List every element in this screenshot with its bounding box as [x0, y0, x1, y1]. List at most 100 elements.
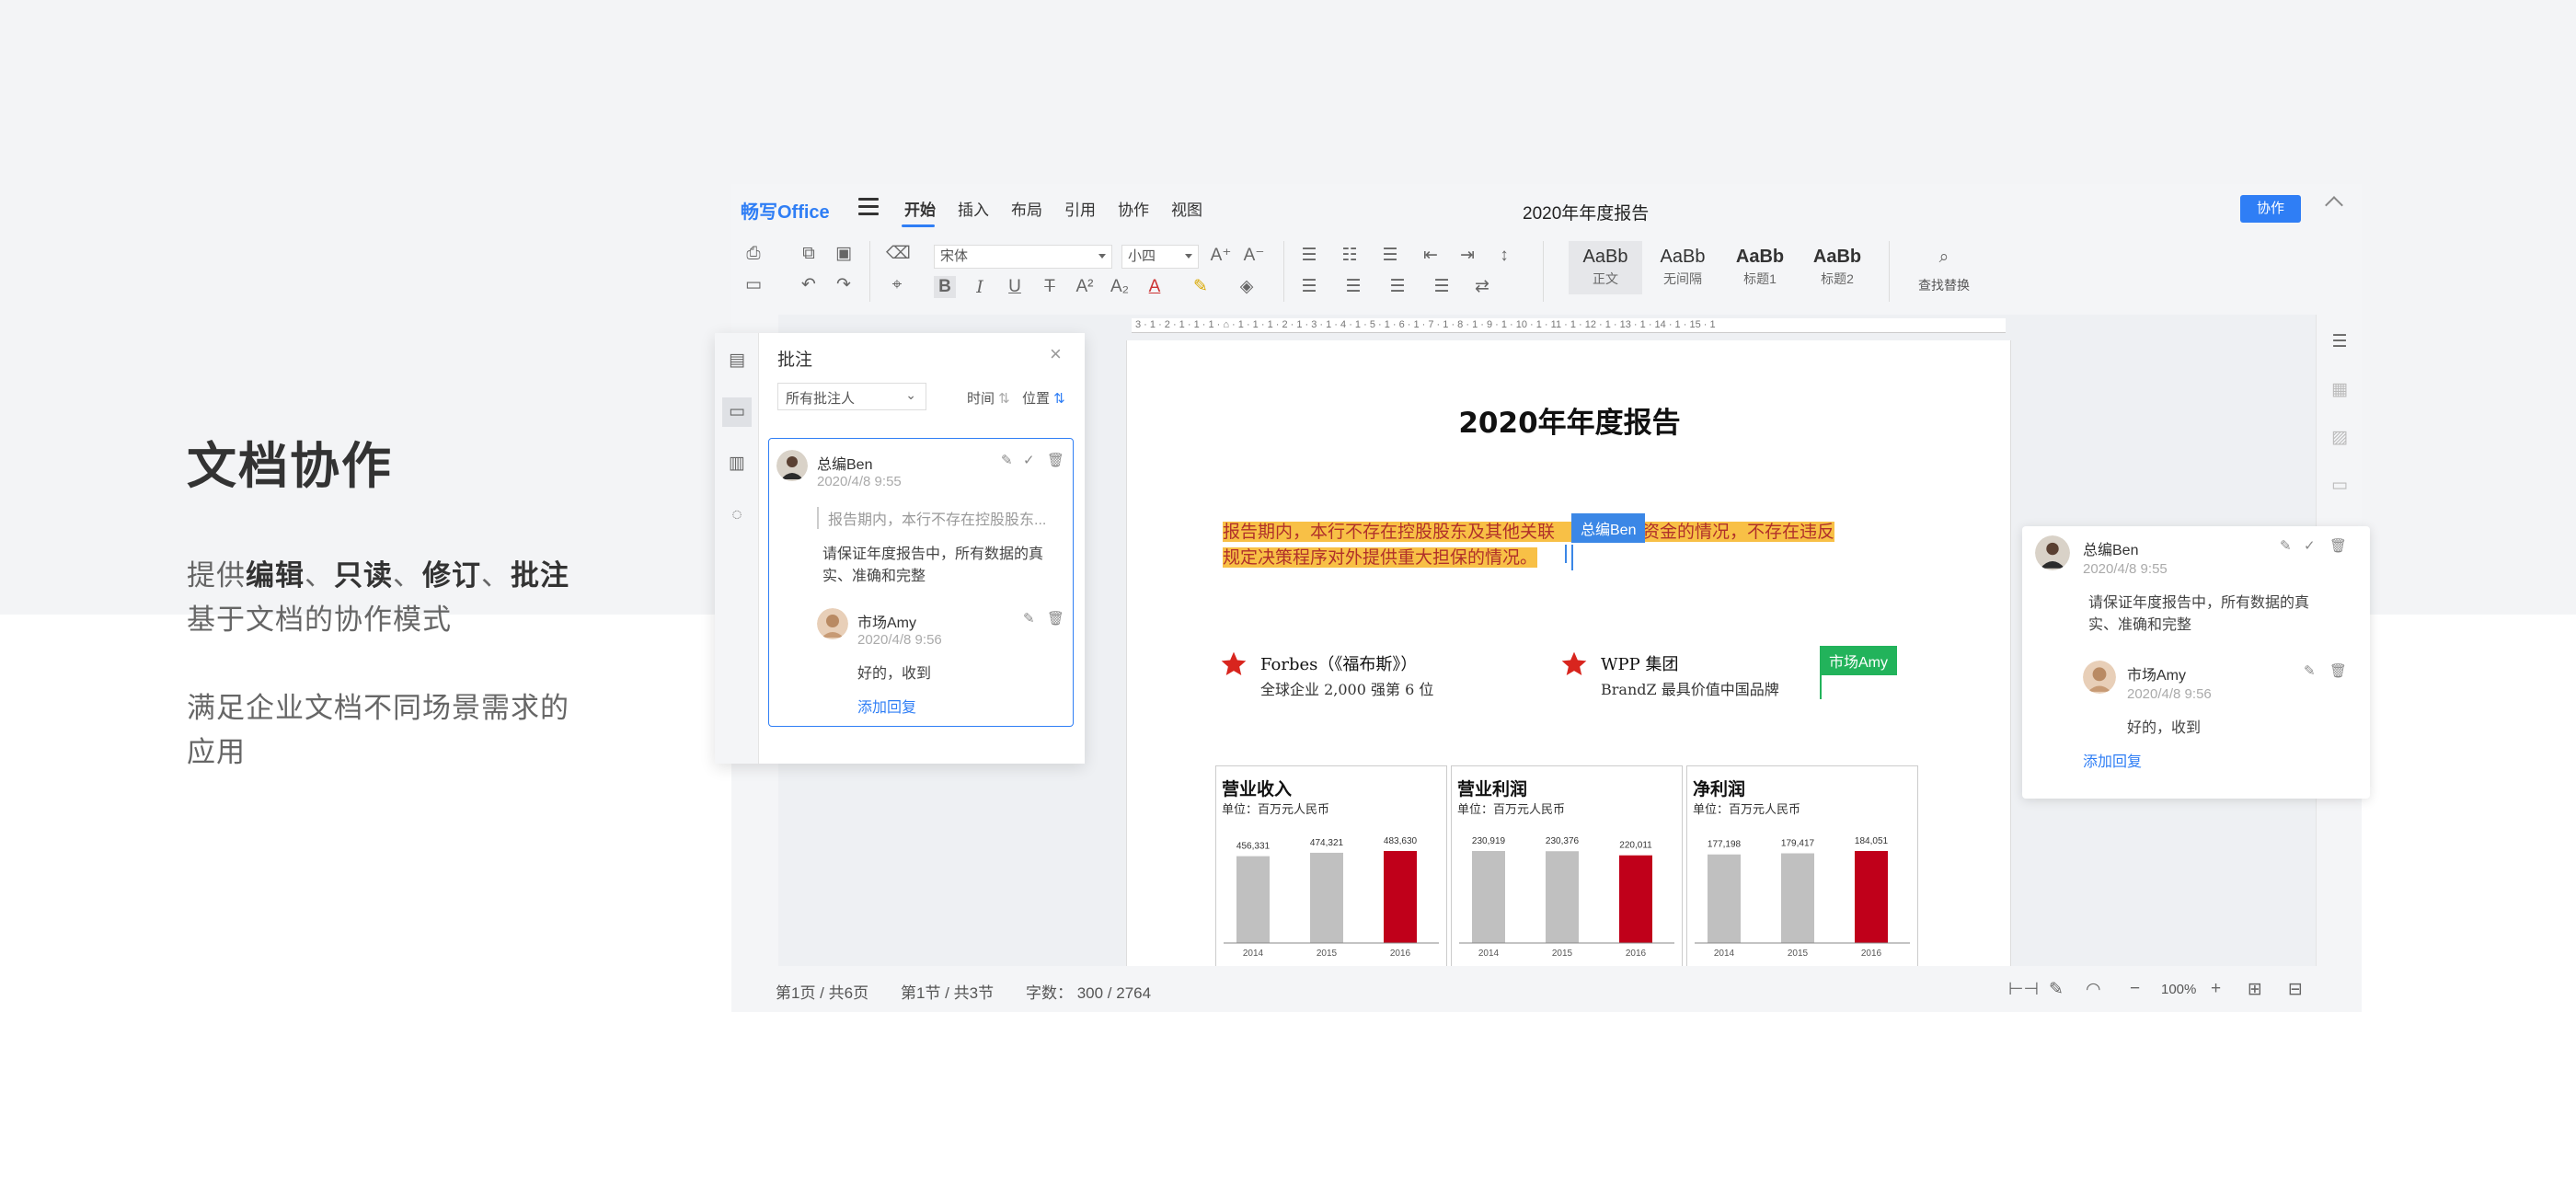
style-normal[interactable]: AaBb 正文	[1569, 241, 1642, 294]
delete-icon[interactable]: 🗑	[2329, 537, 2347, 554]
collaborate-button[interactable]: 协作	[2240, 195, 2301, 223]
brand-forbes-desc: 全球企业 2,000 强第 6 位	[1260, 681, 1434, 698]
comment-icon[interactable]: ▭	[722, 397, 752, 427]
table-settings-icon[interactable]: ▦	[2329, 379, 2351, 401]
redo-icon[interactable]: ↷	[833, 274, 855, 296]
numbered-list-icon[interactable]: ☷	[1339, 245, 1361, 267]
tab-references[interactable]: 引用	[1064, 197, 1096, 220]
reply-text: 好的，收到	[857, 666, 932, 682]
hero-line-1: 提供编辑、只读、修订、批注	[187, 559, 569, 592]
collapse-ribbon-icon[interactable]	[2325, 196, 2343, 214]
eraser-icon[interactable]: ⌫	[886, 243, 911, 265]
hero-line-4: 应用	[187, 736, 246, 768]
category-label: 2014	[1478, 949, 1500, 959]
bar-2016	[1855, 851, 1888, 943]
paragraph-settings-icon[interactable]: ⇄	[1471, 276, 1493, 298]
revision-icon[interactable]: ▥	[726, 453, 748, 475]
bar-2015	[1546, 851, 1579, 943]
copy-icon[interactable]: ⧉	[798, 243, 820, 265]
bold-icon[interactable]: B	[934, 276, 956, 298]
tab-insert[interactable]: 插入	[958, 197, 989, 220]
decrease-indent-icon[interactable]: ⇤	[1420, 245, 1442, 267]
chart-2: 营业利润 单位：百万元人民币 230,919 2014 230,376 2015 220,0…	[1451, 765, 1683, 968]
zoom-in-icon[interactable]: +	[2211, 979, 2221, 999]
header-footer-icon[interactable]: ▭	[2329, 475, 2351, 497]
commenter-filter-select[interactable]: 所有批注人 ⌄	[777, 383, 926, 410]
font-color-icon[interactable]: A	[1144, 276, 1166, 298]
navigation-icon[interactable]: ▤	[726, 350, 748, 372]
align-center-icon[interactable]: ☰	[1342, 276, 1364, 298]
line-spacing-icon[interactable]: ↕	[1493, 245, 1515, 267]
multilevel-list-icon[interactable]: ☰	[1379, 245, 1401, 267]
sort-by-position[interactable]: 位置 ⇅	[1022, 388, 1065, 408]
undo-icon[interactable]: ↶	[798, 274, 820, 296]
delete-icon[interactable]: 🗑	[2329, 662, 2347, 679]
style-heading-2[interactable]: AaBb 标题2	[1800, 241, 1874, 294]
image-settings-icon[interactable]: ▨	[2329, 427, 2351, 449]
edit-icon[interactable]: ✎	[2304, 662, 2316, 679]
floating-comment-card[interactable]: 总编Ben 2020/4/8 9:55 ✎ ✓ 🗑 请保证年度报告中，所有数据的…	[2022, 526, 2370, 799]
ruler[interactable]: 3 · 1 · 2 · 1 · 1 · 1 · ⌂ · 1 · 1 · 1 · …	[1132, 318, 2006, 333]
sort-by-time[interactable]: 时间 ⇅	[967, 388, 1010, 408]
panel-title: 批注	[777, 351, 813, 370]
find-replace-button[interactable]: 查找替换	[1918, 276, 1970, 294]
tab-start[interactable]: 开始	[904, 197, 936, 220]
bullet-list-icon[interactable]: ☰	[1298, 245, 1320, 267]
wifi-icon[interactable]: ◠	[2086, 979, 2101, 1000]
print-icon[interactable]: ⎙	[742, 243, 765, 265]
edit-icon[interactable]: ✎	[1001, 452, 1013, 468]
increase-font-icon[interactable]: A⁺	[1210, 245, 1232, 267]
find-replace-icon[interactable]: ⌕	[1933, 247, 1955, 269]
close-icon[interactable]: ×	[1050, 342, 1062, 366]
edit-icon[interactable]: ✎	[1023, 610, 1035, 627]
page-title: 2020年年度报告	[1458, 407, 1681, 440]
fit-width-icon[interactable]: ⊟	[2288, 979, 2303, 1000]
superscript-icon[interactable]: A²	[1074, 276, 1096, 298]
save-icon[interactable]: ▭	[742, 274, 765, 296]
tab-view[interactable]: 视图	[1171, 197, 1202, 220]
underline-icon[interactable]: U	[1004, 276, 1026, 298]
document-page[interactable]: 2020年年度报告 报告期内，本行不存在控股股东及其他关联关联性占用资金的情况，…	[1126, 340, 2011, 968]
category-label: 2015	[1788, 949, 1809, 959]
add-reply-link[interactable]: 添加回复	[2083, 749, 2142, 771]
add-reply-link[interactable]: 添加回复	[857, 695, 916, 717]
font-size-select[interactable]: 小四	[1121, 245, 1199, 269]
page-layout-icon[interactable]: ⊢⊣	[2008, 979, 2039, 1000]
shading-icon[interactable]: ◈	[1236, 276, 1258, 298]
font-family-select[interactable]: 宋体	[934, 245, 1112, 269]
toolbar-divider	[1543, 241, 1544, 302]
toolbar-divider	[869, 241, 870, 302]
category-label: 2016	[1626, 949, 1647, 959]
delete-icon[interactable]: 🗑	[1047, 610, 1064, 627]
comment-card[interactable]: 总编Ben 2020/4/8 9:55 ✎ ✓ 🗑 报告期内，本行不存在控股股东…	[768, 438, 1074, 727]
tab-layout[interactable]: 布局	[1011, 197, 1042, 220]
panel-sidebar: ▤ ▭ ▥ ◌	[715, 333, 759, 764]
justify-icon[interactable]: ☰	[1431, 276, 1453, 298]
toolbar-divider	[1889, 241, 1890, 302]
avatar	[817, 608, 848, 639]
align-left-icon[interactable]: ☰	[1298, 276, 1320, 298]
resolve-check-icon[interactable]: ✓	[1023, 452, 1035, 468]
resolve-check-icon[interactable]: ✓	[2304, 537, 2316, 554]
increase-indent-icon[interactable]: ⇥	[1456, 245, 1478, 267]
style-no-spacing[interactable]: AaBb 无间隔	[1646, 241, 1719, 294]
highlight-icon[interactable]: ✎	[1190, 276, 1212, 298]
star-icon	[1221, 651, 1247, 675]
delete-icon[interactable]: 🗑	[1047, 452, 1064, 468]
italic-icon[interactable]: I	[969, 276, 991, 298]
style-heading-1[interactable]: AaBb 标题1	[1723, 241, 1797, 294]
subscript-icon[interactable]: A₂	[1109, 276, 1131, 298]
zoom-out-icon[interactable]: −	[2130, 979, 2140, 999]
paragraph-settings-icon[interactable]: ☰	[2329, 331, 2351, 353]
align-right-icon[interactable]: ☰	[1386, 276, 1409, 298]
chat-icon[interactable]: ◌	[726, 504, 748, 526]
hamburger-menu-icon[interactable]	[858, 198, 879, 215]
tab-collaborate[interactable]: 协作	[1118, 197, 1149, 220]
fit-page-icon[interactable]: ⊞	[2248, 979, 2262, 1000]
edit-mode-icon[interactable]: ✎	[2049, 979, 2064, 1000]
decrease-font-icon[interactable]: A⁻	[1243, 245, 1265, 267]
paste-icon[interactable]: ▣	[833, 243, 855, 265]
format-painter-icon[interactable]: ⌖	[886, 274, 908, 296]
edit-icon[interactable]: ✎	[2280, 537, 2292, 554]
strikethrough-icon[interactable]: T	[1039, 276, 1061, 298]
